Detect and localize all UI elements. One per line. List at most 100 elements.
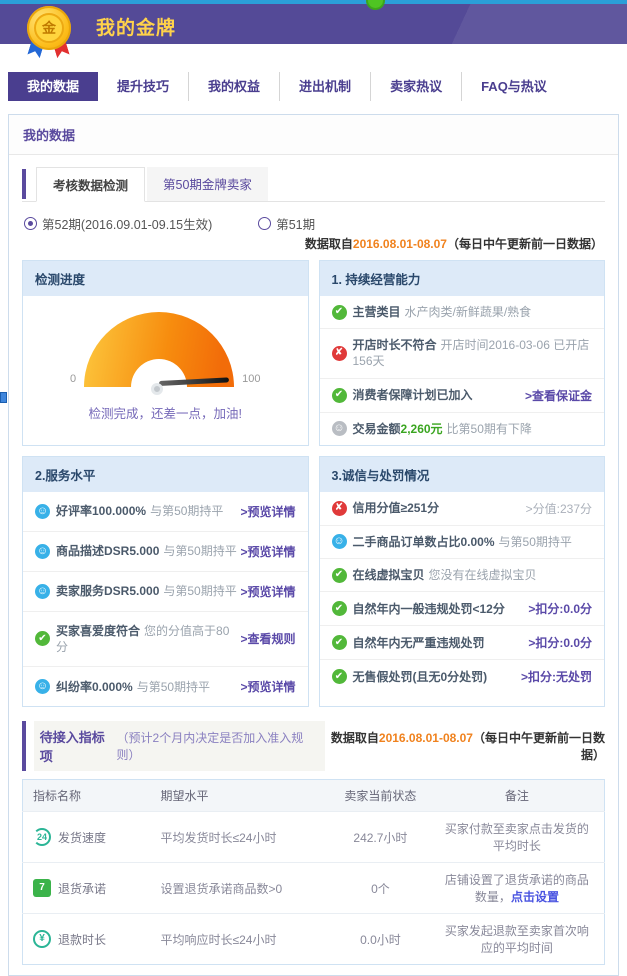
row-detail: 水产肉类/新鲜蔬果/熟食 [405,305,532,319]
panel2-row-service-dsr: ☺ 卖家服务DSR5.000 与第50期持平 >预览详情 [23,572,308,612]
subtab-assessment-data[interactable]: 考核数据检测 [36,167,145,202]
cross-icon: ✘ [332,501,347,516]
indicator-name: 退款时长 [58,931,106,948]
preview-detail-link[interactable]: >预览详情 [240,543,295,560]
col-current-status: 卖家当前状态 [331,780,430,812]
view-deposit-link[interactable]: >查看保证金 [525,387,592,404]
sub-tabs: 考核数据检测 第50期金牌卖家 [22,167,605,202]
data-source-note: 数据取自2016.08.01-08.07（每日中午更新前一日数据） [22,235,603,252]
panel2-title: 2.服务水平 [23,457,308,492]
panel-operating-ability: 1. 持续经营能力 ✔ 主营类目水产肉类/新鲜蔬果/熟食 ✘ 开店时长不符合开店… [319,260,606,446]
check-icon: ✔ [332,601,347,616]
row-label: 主营类目 [353,305,401,319]
row-detail: 您没有在线虚拟宝贝 [429,568,537,582]
row-label: 商品描述DSR5.000 [56,544,159,558]
progress-gauge: 0 100 检测完成，还差一点，加油! [23,296,308,432]
panel3-row-counterfeit: ✔ 无售假处罚(且无0分处罚) >扣分:无处罚 [320,660,605,693]
pending-title: 待接入指标项 [40,727,113,765]
row-detail: 与第50期持平 [163,584,236,598]
row-label: 自然年内一般违规处罚<12分 [353,602,505,616]
panel2-row-dispute-rate: ☺ 纠纷率0.000%与第50期持平 >预览详情 [23,667,308,706]
row-label: 自然年内无严重违规处罚 [353,636,485,650]
table-row-refund-time: ¥退款时长 平均响应时长≤24小时 0.0小时 买家发起退款至卖家首次响应的平均… [23,914,605,965]
row-label: 卖家服务DSR5.000 [56,584,159,598]
accent-bar [22,721,26,771]
tab-my-benefits[interactable]: 我的权益 [188,72,279,101]
smiley-icon: ☺ [35,584,50,599]
note-suffix: （每日中午更新前一日数据） [473,731,605,762]
panel-progress: 检测进度 0 100 检测完成，还差一点，加油! [22,260,309,446]
pending-indicators-header: 待接入指标项 （预计2个月内决定是否加入准入规则） 数据取自2016.08.01… [22,721,605,771]
note-prefix: 数据取自 [305,237,353,251]
current-status: 0个 [331,863,430,914]
preview-detail-link[interactable]: >预览详情 [240,583,295,600]
deduction-link[interactable]: >扣分:0.0分 [528,600,592,617]
tab-seller-discussion[interactable]: 卖家热议 [370,72,461,101]
check-icon: ✔ [332,635,347,650]
panel3-title: 3.诚信与处罚情况 [320,457,605,492]
row-label: 消费者保障计划已加入 [353,388,473,402]
panel2-row-buyer-favor: ✔ 买家喜爱度符合您的分值高于80分 >查看规则 [23,612,308,667]
col-remark: 备注 [430,780,605,812]
page-header: 我的金牌 [0,4,627,44]
preview-detail-link[interactable]: >预览详情 [240,503,295,520]
pending-subtitle: （预计2个月内决定是否加入准入规则） [117,729,314,763]
panel3-row-secondhand-ratio: ☺ 二手商品订单数占比0.00%与第50期持平 [320,526,605,559]
panel3-row-credit-score: ✘ 信用分值≥251分 >分值:237分 [320,492,605,526]
refund-icon: ¥ [33,930,51,948]
panel1-row-consumer-protection: ✔ 消费者保障计划已加入 >查看保证金 [320,379,605,413]
expected-level: 平均响应时长≤24小时 [151,914,331,965]
gold-medal-icon: 金 [20,6,78,58]
tab-my-data[interactable]: 我的数据 [8,72,98,101]
tab-entry-exit-rules[interactable]: 进出机制 [279,72,370,101]
data-source-note: 数据取自2016.08.01-08.07（每日中午更新前一日数据） [325,729,605,763]
row-detail: 与第50期持平 [163,544,236,558]
deduction-link[interactable]: >扣分:0.0分 [528,634,592,651]
subtab-period50-sellers[interactable]: 第50期金牌卖家 [147,167,268,201]
panel2-row-item-dsr: ☺ 商品描述DSR5.000 与第50期持平 >预览详情 [23,532,308,572]
panel1-row-shop-age: ✘ 开店时长不符合开店时间2016-03-06 已开店156天 [320,329,605,378]
panel1-row-main-category: ✔ 主营类目水产肉类/新鲜蔬果/熟食 [320,296,605,329]
smiley-icon: ☺ [35,504,50,519]
gauge-arc [84,312,234,387]
current-status: 0.0小时 [331,914,430,965]
row-label: 开店时长不符合 [353,338,437,352]
row-detail: 比第50期有下降 [447,422,532,436]
note-date: 2016.08.01-08.07 [379,731,473,745]
indicator-name: 退货承诺 [58,880,106,897]
view-rules-link[interactable]: >查看规则 [240,630,295,647]
row-label: 信用分值≥251分 [353,501,440,515]
preview-detail-link[interactable]: >预览详情 [240,678,295,695]
smiley-icon: ☺ [35,544,50,559]
gauge-pivot [151,383,163,395]
accent-bar [22,169,26,199]
smiley-icon: ☺ [332,534,347,549]
expected-level: 设置退货承诺商品数>0 [151,863,331,914]
table-row-return-promise: 7退货承诺 设置退货承诺商品数>0 0个 店铺设置了退货承诺的商品数量，点击设置 [23,863,605,914]
nav-tabs: 我的数据 提升技巧 我的权益 进出机制 卖家热议 FAQ与热议 [8,72,627,101]
deduction-link[interactable]: >扣分:无处罚 [521,668,592,685]
row-label: 在线虚拟宝贝 [353,568,425,582]
radio-period-51[interactable]: 第51期 [258,214,315,233]
tab-improve-skills[interactable]: 提升技巧 [98,72,188,101]
panel-integrity-penalty: 3.诚信与处罚情况 ✘ 信用分值≥251分 >分值:237分 ☺ 二手商品订单数… [319,456,606,707]
row-label: 无售假处罚(且无0分处罚) [353,670,488,684]
cross-icon: ✘ [332,346,347,361]
radio-period-52[interactable]: 第52期(2016.09.01-09.15生效) [24,214,212,233]
main-content-box: 我的数据 考核数据检测 第50期金牌卖家 第52期(2016.09.01-09.… [8,114,619,976]
tab-faq[interactable]: FAQ与热议 [461,72,566,101]
gauge-min-label: 0 [70,373,76,387]
expected-level: 平均发货时长≤24小时 [151,812,331,863]
radio-unselected-icon[interactable] [258,217,271,230]
note-prefix: 数据取自 [331,731,379,745]
row-detail: 与第50期持平 [150,504,223,518]
col-expected-level: 期望水平 [151,780,331,812]
indicator-name: 发货速度 [58,829,106,846]
row-detail: 与第50期持平 [137,680,210,694]
check-icon: ✔ [332,568,347,583]
radio-selected-icon[interactable] [24,217,37,230]
side-feedback-tab[interactable] [0,392,7,403]
click-to-set-link[interactable]: 点击设置 [511,890,559,904]
neutral-face-icon: ☺ [332,421,347,436]
check-icon: ✔ [35,631,50,646]
